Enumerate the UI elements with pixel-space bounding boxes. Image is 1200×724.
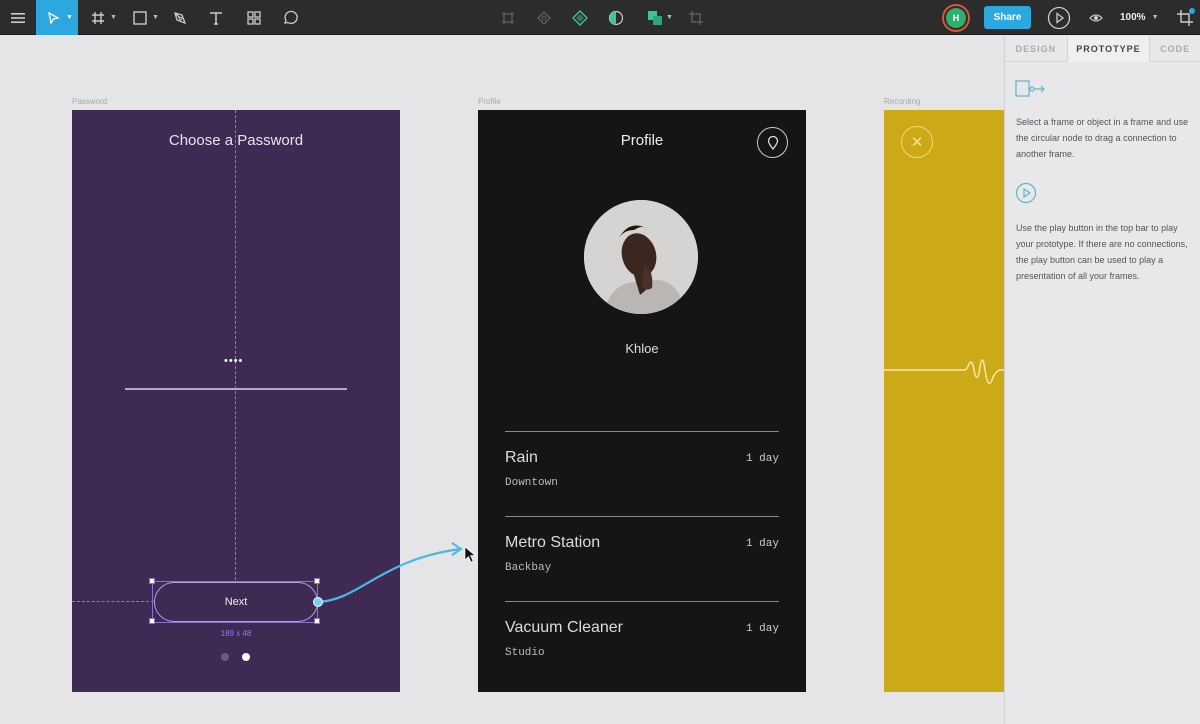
resize-handle-top-left[interactable] [149, 578, 155, 584]
constraints-crop-icon [1177, 7, 1195, 26]
resize-handle-bottom-left[interactable] [149, 618, 155, 624]
connection-hint-text: Select a frame or object in a frame and … [1016, 117, 1189, 159]
rectangle-tool-button[interactable]: ▼ [126, 0, 160, 35]
frame-tool-button[interactable]: ▼ [84, 0, 118, 35]
figma-editor: ▼ ▼ ▼ ▼ H Share 100% ▼ Password Choose a… [0, 0, 1200, 724]
components-grid-icon [247, 10, 261, 25]
play-hint-text: Use the play button in the top bar to pl… [1016, 223, 1188, 281]
resize-handle-bottom-right[interactable] [314, 618, 320, 624]
next-button[interactable]: Next [154, 582, 318, 622]
frame-label-password[interactable]: Password [72, 97, 107, 106]
component-diamond-icon [572, 9, 588, 26]
move-cursor-icon [48, 11, 60, 25]
connection-node-icon [1015, 80, 1045, 97]
list-item[interactable]: Rain 1 day Downtown [505, 431, 779, 517]
chevron-down-icon: ▼ [66, 14, 73, 21]
crop-button[interactable] [686, 0, 706, 35]
location-button[interactable] [757, 127, 788, 158]
person-photo-illustration [584, 200, 698, 314]
password-title: Choose a Password [168, 132, 304, 149]
chevron-down-icon: ▼ [110, 14, 117, 21]
alignment-guide-vertical [235, 110, 236, 580]
view-button[interactable] [1086, 0, 1106, 35]
boolean-button[interactable]: ▼ [642, 0, 676, 35]
chevron-down-icon: ▼ [666, 14, 673, 21]
panel-tabs: DESIGN PROTOTYPE CODE [1005, 36, 1200, 62]
item-title: Rain [505, 449, 538, 466]
close-icon: ✕ [910, 134, 924, 151]
frame-label-profile[interactable]: Profile [478, 97, 501, 106]
frame-password[interactable]: Choose a Password •••• Next 189 x 48 [72, 110, 400, 692]
mask-icon [537, 10, 551, 25]
components-tool-button[interactable] [242, 0, 266, 35]
connection-arrowhead-icon [451, 542, 463, 556]
resize-handle-top-right[interactable] [314, 578, 320, 584]
frame-profile[interactable]: Profile Khloe Rain 1 day Downtown Metro … [478, 110, 806, 692]
item-duration: 1 day [745, 453, 779, 465]
play-circle-icon [1047, 6, 1071, 29]
list-item[interactable]: Vacuum Cleaner 1 day Studio [505, 601, 779, 687]
item-subtitle: Downtown [505, 477, 558, 489]
text-tool-button[interactable] [204, 0, 228, 35]
item-duration: 1 day [745, 623, 779, 635]
item-subtitle: Studio [505, 647, 545, 659]
frame-selection-button[interactable] [498, 0, 518, 35]
item-duration: 1 day [745, 538, 779, 550]
boolean-union-icon [648, 10, 662, 25]
list-item[interactable]: Metro Station 1 day Backbay [505, 516, 779, 602]
mask-button[interactable] [534, 0, 554, 35]
play-hint-icon [1015, 182, 1037, 204]
contrast-circle-icon [608, 10, 624, 25]
selection-size-label: 189 x 48 [220, 629, 252, 638]
page-indicator-dot-active [242, 653, 250, 661]
item-subtitle: Backbay [505, 562, 552, 574]
text-icon [210, 11, 222, 25]
hamburger-menu-icon [11, 12, 25, 23]
close-button[interactable]: ✕ [901, 126, 933, 158]
share-button[interactable]: Share [984, 6, 1031, 29]
password-mask: •••• [224, 355, 244, 367]
tab-code[interactable]: CODE [1150, 36, 1200, 61]
frame-selection-icon [502, 11, 514, 24]
pen-tool-button[interactable] [168, 0, 192, 35]
crop-icon [689, 10, 703, 25]
zoom-dropdown[interactable]: 100% ▼ [1120, 0, 1159, 35]
tab-design[interactable]: DESIGN [1005, 36, 1067, 61]
play-prototype-button[interactable] [1046, 0, 1072, 35]
audio-waveform [884, 359, 1004, 385]
item-title: Metro Station [505, 534, 601, 551]
contrast-button[interactable] [606, 0, 626, 35]
location-pin-icon [767, 135, 778, 150]
chevron-down-icon: ▼ [152, 14, 159, 21]
user-avatar[interactable]: H [942, 4, 970, 32]
properties-panel: DESIGN PROTOTYPE CODE Select a frame or … [1004, 36, 1200, 724]
rectangle-icon [133, 10, 147, 25]
menu-button[interactable] [0, 0, 36, 35]
alignment-guide-horizontal [72, 601, 154, 602]
frame-hash-icon [92, 11, 104, 24]
chevron-down-icon: ▼ [1151, 14, 1159, 21]
top-toolbar: ▼ ▼ ▼ ▼ H Share 100% ▼ [0, 0, 1200, 35]
frame-label-recording[interactable]: Recording [884, 97, 920, 106]
pen-icon [174, 11, 187, 24]
tab-prototype[interactable]: PROTOTYPE [1066, 36, 1151, 62]
constraints-button[interactable] [1174, 0, 1196, 35]
mouse-cursor-icon [464, 546, 476, 563]
comment-bubble-icon [283, 10, 298, 24]
eye-icon [1089, 13, 1103, 22]
profile-avatar-photo [584, 200, 698, 314]
move-tool-button[interactable]: ▼ [36, 0, 78, 35]
profile-user-name: Khloe [625, 341, 659, 356]
item-title: Vacuum Cleaner [505, 619, 623, 636]
component-button[interactable] [570, 0, 590, 35]
password-input-underline[interactable] [125, 388, 347, 390]
page-indicator-dot [221, 653, 229, 661]
frame-recording[interactable]: ✕ [884, 110, 1004, 692]
comment-tool-button[interactable] [278, 0, 302, 35]
